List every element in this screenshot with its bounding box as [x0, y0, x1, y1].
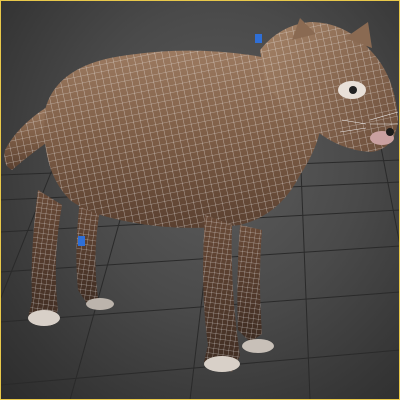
3d-viewport[interactable] — [0, 0, 400, 400]
far-paw — [242, 339, 274, 353]
far-front-paw — [86, 298, 114, 310]
selection-marker-top[interactable] — [255, 34, 262, 43]
front-paw — [28, 310, 60, 326]
nose — [386, 128, 394, 136]
selection-marker-leg[interactable] — [78, 236, 85, 246]
eye — [349, 86, 357, 94]
rear-paw — [204, 356, 240, 372]
viewport-scene — [0, 18, 400, 400]
